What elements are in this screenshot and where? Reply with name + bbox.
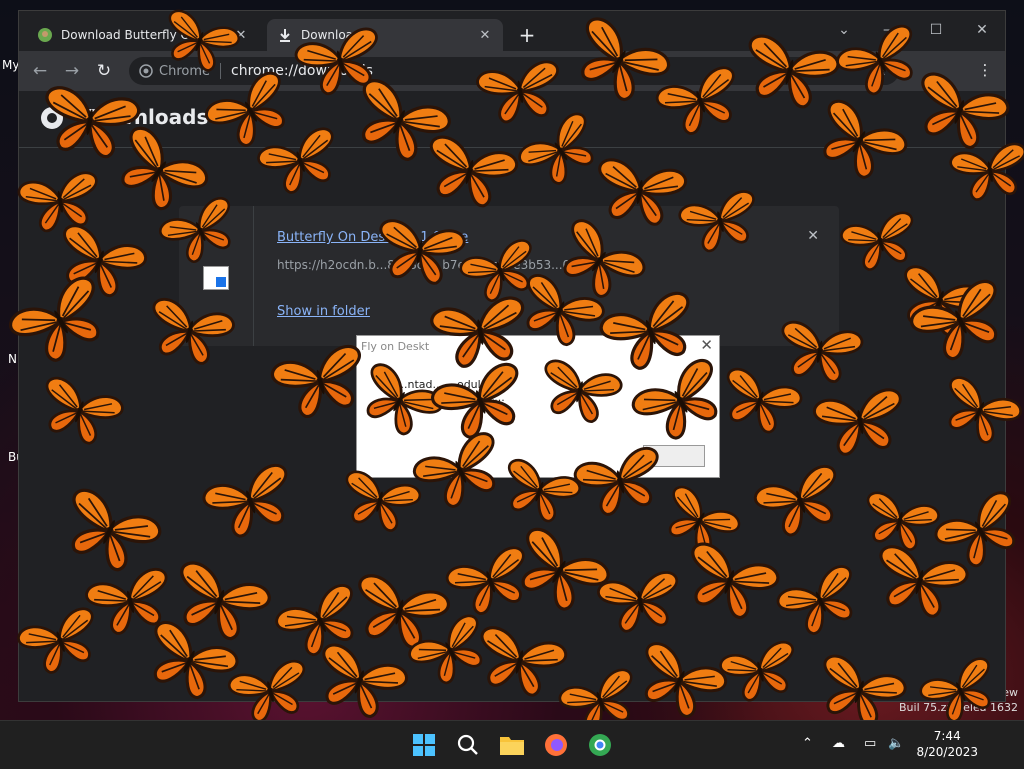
network-icon[interactable]: ▭ [864, 736, 876, 751]
menu-kebab-icon[interactable]: ⋮ [975, 61, 995, 79]
clock-time: 7:44 [933, 729, 961, 743]
build-text: 75.zn_relea [923, 701, 987, 714]
build-watermark: Buil 75.zn_relea 1632 [899, 701, 1018, 714]
minimize-button[interactable]: — [875, 17, 905, 43]
desktop-icon-label[interactable]: N [8, 352, 17, 366]
windows-icon [413, 734, 435, 756]
firefox-icon [545, 734, 567, 756]
page-title: Downloads [85, 105, 209, 129]
dialog-message: ...ntad... ...odule ...te... ...s 722F3C… [397, 378, 697, 404]
close-icon[interactable]: ✕ [700, 336, 713, 354]
taskbar-clock[interactable]: 7:44 8/20/2023 [916, 728, 978, 760]
forward-button[interactable]: → [61, 60, 83, 82]
build-prefix: Buil [899, 701, 920, 714]
chrome-icon [589, 734, 611, 756]
desktop-icon-label[interactable]: My [2, 58, 19, 72]
dialog-line: ...ntad... ...odule [397, 378, 488, 391]
download-item-card: Butterfly On Desktop_1.0.exe https://h2o… [179, 206, 839, 346]
chevron-up-icon[interactable]: ⌃ [802, 736, 813, 751]
card-divider [253, 206, 254, 346]
chrome-logo-icon [41, 107, 63, 129]
close-icon[interactable]: ✕ [233, 28, 249, 43]
tab-download-butterfly[interactable]: Download Butterfly O ✕ [27, 19, 259, 51]
site-label: Chrome [159, 63, 210, 79]
chrome-taskbar-button[interactable] [586, 731, 614, 759]
dialog-ok-button[interactable] [643, 445, 705, 467]
search-button[interactable] [454, 731, 482, 759]
download-icon [277, 27, 293, 43]
tab-label: Download Butterfly O [61, 28, 190, 42]
show-in-folder-link[interactable]: Show in folder [277, 304, 370, 319]
tab-downloads[interactable]: Downloads ✕ [267, 19, 503, 51]
search-icon [457, 734, 478, 755]
url-text: chrome://downloads [231, 63, 373, 79]
tab-search-icon[interactable]: ⌄ [829, 17, 859, 43]
close-icon[interactable]: ✕ [807, 228, 819, 244]
folder-icon [500, 737, 524, 755]
new-tab-button[interactable]: + [516, 25, 538, 47]
download-file-link[interactable]: Butterfly On Desktop_1.0.exe [277, 230, 468, 245]
omnibox-separator [220, 63, 221, 79]
volume-icon[interactable]: 🔈 [888, 736, 904, 751]
file-icon [203, 266, 229, 290]
taskbar: ⌃ ☁ ▭ 🔈 7:44 8/20/2023 [0, 720, 1024, 769]
start-button[interactable] [410, 731, 438, 759]
clock-date: 8/20/2023 [916, 745, 978, 759]
back-button[interactable]: ← [29, 60, 51, 82]
browser-toolbar: ← → ↻ Chrome chrome://downloads ☆ ⋮ [19, 51, 1005, 91]
file-explorer-button[interactable] [498, 731, 526, 759]
reload-button[interactable]: ↻ [93, 60, 115, 82]
close-window-button[interactable]: ✕ [967, 17, 997, 43]
maximize-button[interactable]: ☐ [921, 17, 951, 43]
site-chip[interactable]: Chrome [139, 64, 210, 79]
cloud-icon[interactable]: ☁ [832, 736, 845, 751]
bookmark-star-icon[interactable]: ☆ [871, 61, 891, 79]
download-source-url[interactable]: https://h2ocdn.b...86c8ce...b7e...41ce9e… [277, 258, 777, 272]
butterfly-favicon-icon [37, 27, 53, 43]
close-icon[interactable]: ✕ [477, 28, 493, 43]
chrome-icon [139, 64, 153, 78]
dialog-line: ...te... ...s 722F3C... [397, 391, 505, 404]
firefox-button[interactable] [542, 731, 570, 759]
dialog-title: Fly on Deskt [361, 340, 430, 353]
tab-label: Downloads [301, 28, 367, 42]
address-bar[interactable]: Chrome chrome://downloads [129, 57, 899, 85]
build-suffix: 1632 [990, 701, 1018, 714]
tab-strip: Download Butterfly O ✕ Downloads ✕ + ⌄ —… [19, 11, 1005, 51]
downloads-header: Downloads [19, 91, 1005, 148]
error-dialog: Fly on Deskt ✕ ...ntad... ...odule ...te… [356, 335, 720, 478]
